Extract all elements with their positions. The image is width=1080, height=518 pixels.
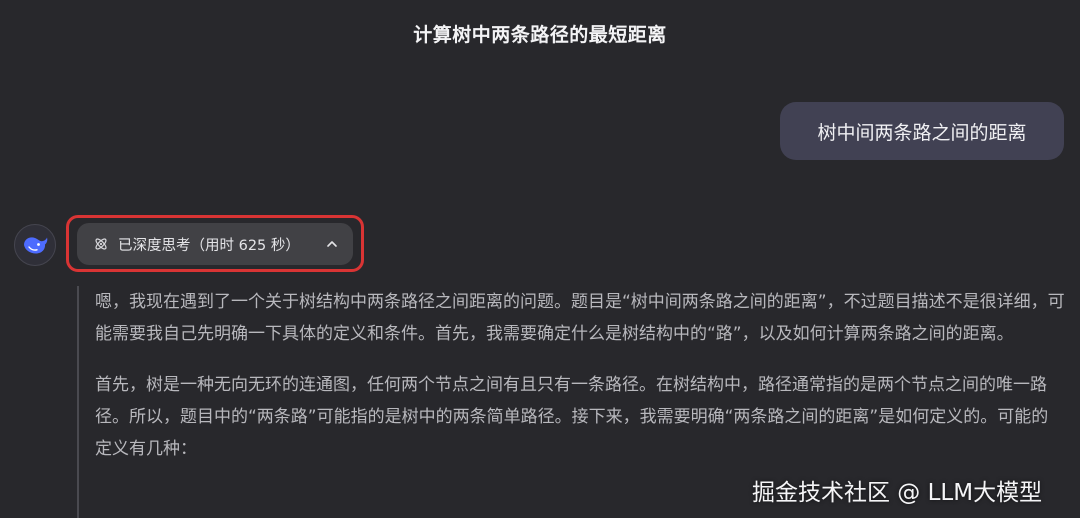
deep-think-toggle-button[interactable]: 已深度思考（用时 625 秒） bbox=[77, 223, 353, 265]
reasoning-paragraph: 首先，树是一种无向无环的连通图，任何两个节点之间有且只有一条路径。在树结构中，路… bbox=[95, 375, 1049, 459]
chevron-up-icon bbox=[325, 237, 339, 251]
deep-think-label: 已深度思考（用时 625 秒） bbox=[118, 237, 300, 254]
user-message-text: 树中间两条路之间的距离 bbox=[817, 121, 1027, 144]
deepseek-whale-icon bbox=[21, 234, 49, 256]
watermark: 掘金技术社区 @ LLM大模型 bbox=[752, 480, 1043, 506]
reasoning-paragraph: 嗯，我现在遇到了一个关于树结构中两条路径之间距离的问题。题目是“树中间两条路之间… bbox=[95, 292, 1065, 344]
atom-icon bbox=[93, 236, 109, 252]
chat-page: 计算树中两条路径的最短距离 树中间两条路之间的距离 已深度思考（用时 625 秒… bbox=[0, 0, 1080, 518]
user-message-bubble: 树中间两条路之间的距离 bbox=[780, 102, 1064, 160]
assistant-avatar bbox=[14, 224, 56, 266]
page-title: 计算树中两条路径的最短距离 bbox=[413, 24, 667, 46]
